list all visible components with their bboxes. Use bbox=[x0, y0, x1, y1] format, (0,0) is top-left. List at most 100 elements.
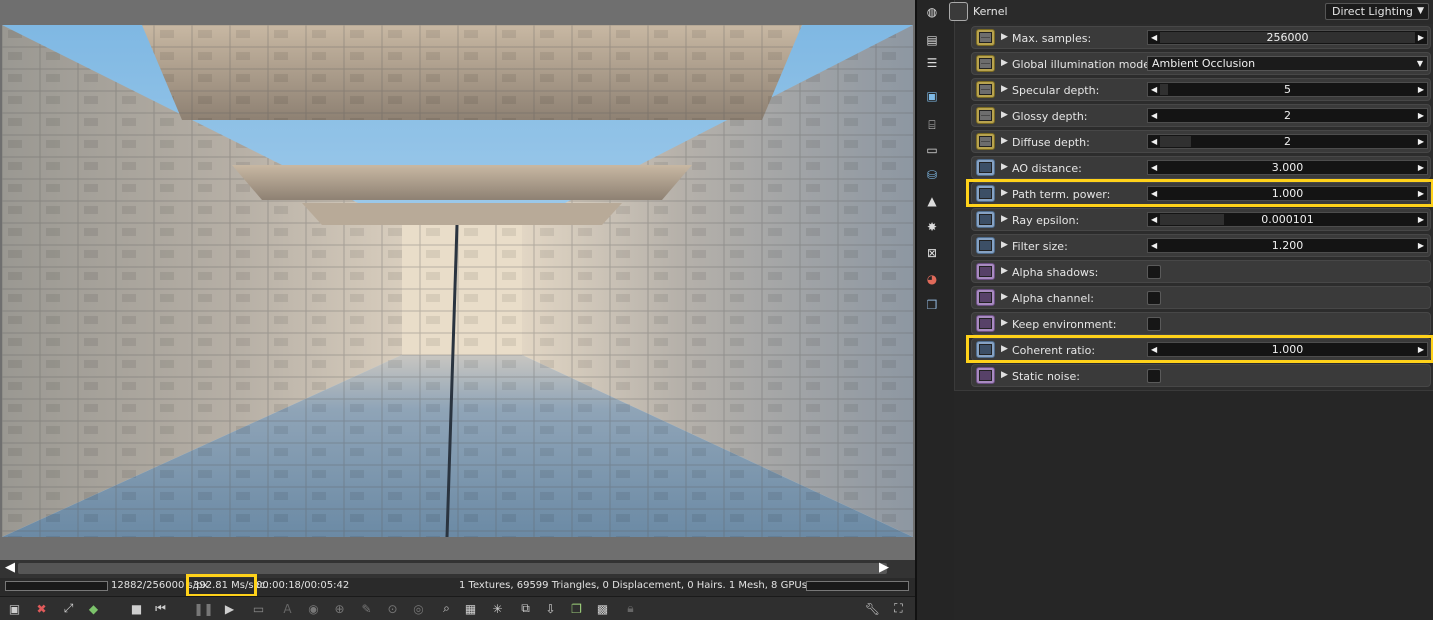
expand-arrow-icon[interactable]: ▶ bbox=[1001, 318, 1008, 328]
render-target-icon[interactable]: ◍ bbox=[922, 3, 942, 21]
layers-icon[interactable]: ▤ bbox=[922, 31, 942, 49]
bool-type-icon[interactable] bbox=[976, 289, 995, 306]
max-samples-slider[interactable]: 256000 ◀ ▶ bbox=[1147, 30, 1428, 45]
filter-size-slider[interactable]: 1.200 ◀ ▶ bbox=[1147, 238, 1428, 253]
camera-icon[interactable]: ⌸ bbox=[922, 116, 942, 134]
horizontal-scrollbar[interactable]: ◀ ▶ bbox=[0, 560, 915, 578]
expand-arrow-icon[interactable]: ▶ bbox=[1001, 266, 1008, 276]
param-row-alpha-channel[interactable]: ▶ Alpha channel: bbox=[971, 286, 1431, 309]
decrement-arrow-icon[interactable]: ◀ bbox=[1151, 83, 1157, 96]
clear-render-icon[interactable]: ✖ bbox=[33, 600, 50, 617]
increment-arrow-icon[interactable]: ▶ bbox=[1418, 135, 1424, 148]
param-row-keep-environment[interactable]: ▶ Keep environment: bbox=[971, 312, 1431, 335]
pause-icon[interactable]: ❚❚ bbox=[193, 600, 213, 617]
increment-arrow-icon[interactable]: ▶ bbox=[1418, 161, 1424, 174]
increment-arrow-icon[interactable]: ▶ bbox=[1418, 213, 1424, 226]
zoom-region-icon[interactable]: ⌕ bbox=[438, 600, 455, 617]
keep-environment-checkbox[interactable] bbox=[1147, 317, 1161, 331]
int-type-icon[interactable] bbox=[976, 29, 995, 46]
color-cube-icon[interactable]: ◆ bbox=[85, 600, 102, 617]
int-type-icon[interactable] bbox=[976, 107, 995, 124]
increment-arrow-icon[interactable]: ▶ bbox=[1418, 109, 1424, 122]
expand-arrow-icon[interactable]: ▶ bbox=[1001, 110, 1008, 120]
material-icon[interactable]: ◕ bbox=[922, 270, 942, 288]
ray-epsilon-slider[interactable]: 0.000101 ◀ ▶ bbox=[1147, 212, 1428, 227]
settings-wrench-icon[interactable]: 🔧︎ bbox=[864, 600, 881, 617]
white-balance-icon[interactable]: ◎ bbox=[410, 600, 427, 617]
import-icon[interactable]: ⇩ bbox=[542, 600, 559, 617]
monitor-icon[interactable]: ▭ bbox=[250, 600, 267, 617]
int-type-icon[interactable] bbox=[976, 81, 995, 98]
expand-arrow-icon[interactable]: ▶ bbox=[1001, 162, 1008, 172]
expand-arrow-icon[interactable]: ▶ bbox=[1001, 58, 1008, 68]
param-row-alpha-shadows[interactable]: ▶ Alpha shadows: bbox=[971, 260, 1431, 283]
checker-icon[interactable]: ▩ bbox=[594, 600, 611, 617]
viewport-icon[interactable]: ▣ bbox=[6, 600, 23, 617]
database-icon[interactable]: ⛁ bbox=[922, 166, 942, 184]
param-row-ao-distance[interactable]: ▶ AO distance: 3.000 ◀ ▶ bbox=[971, 156, 1431, 179]
kernel-type-dropdown[interactable]: Direct Lighting ▼ bbox=[1325, 3, 1429, 20]
param-row-max-samples[interactable]: ▶ Max. samples: 256000 ◀ ▶ bbox=[971, 26, 1431, 49]
play-icon[interactable]: ▶ bbox=[221, 600, 238, 617]
decrement-arrow-icon[interactable]: ◀ bbox=[1151, 135, 1157, 148]
decrement-arrow-icon[interactable]: ◀ bbox=[1151, 109, 1157, 122]
decrement-arrow-icon[interactable]: ◀ bbox=[1151, 239, 1157, 252]
image-icon[interactable]: ▣ bbox=[922, 87, 942, 105]
expand-arrow-icon[interactable]: ▶ bbox=[1001, 370, 1008, 380]
alpha-shadows-checkbox[interactable] bbox=[1147, 265, 1161, 279]
scroll-left-icon[interactable]: ◀ bbox=[5, 561, 15, 575]
scrollbar-track[interactable] bbox=[18, 563, 887, 574]
region-render-icon[interactable]: ▦ bbox=[462, 600, 479, 617]
param-row-glossy-depth[interactable]: ▶ Glossy depth: 2 ◀ ▶ bbox=[971, 104, 1431, 127]
light-icon[interactable]: ✸ bbox=[922, 218, 942, 236]
expand-arrow-icon[interactable]: ▶ bbox=[1001, 32, 1008, 42]
lock-icon[interactable]: 🔒︎ bbox=[622, 600, 639, 617]
duplicate-icon[interactable]: ❐ bbox=[568, 600, 585, 617]
float-type-icon[interactable] bbox=[976, 211, 995, 228]
expand-arrow-icon[interactable]: ▶ bbox=[1001, 214, 1008, 224]
glossy-depth-slider[interactable]: 2 ◀ ▶ bbox=[1147, 108, 1428, 123]
decrement-arrow-icon[interactable]: ◀ bbox=[1151, 31, 1157, 44]
af-icon[interactable]: A bbox=[279, 600, 296, 617]
decrement-arrow-icon[interactable]: ◀ bbox=[1151, 161, 1157, 174]
float-type-icon[interactable] bbox=[976, 237, 995, 254]
increment-arrow-icon[interactable]: ▶ bbox=[1418, 239, 1424, 252]
bool-type-icon[interactable] bbox=[976, 263, 995, 280]
static-noise-checkbox[interactable] bbox=[1147, 369, 1161, 383]
global-illumination-mode-dropdown[interactable]: Ambient Occlusion ▼ bbox=[1147, 56, 1428, 71]
kernel-side-icon[interactable]: ⊠ bbox=[922, 244, 942, 262]
int-type-icon[interactable] bbox=[976, 55, 995, 72]
focus-picker-icon[interactable]: ⊙ bbox=[384, 600, 401, 617]
param-row-static-noise[interactable]: ▶ Static noise: bbox=[971, 364, 1431, 387]
restart-icon[interactable]: ⏮ bbox=[152, 600, 169, 617]
material-picker-icon[interactable]: ✎ bbox=[358, 600, 375, 617]
expand-arrow-icon[interactable]: ▶ bbox=[1001, 292, 1008, 302]
display-icon[interactable]: ▭ bbox=[922, 141, 942, 159]
lock-viewport-icon[interactable]: ✳ bbox=[489, 600, 506, 617]
ao-distance-slider[interactable]: 3.000 ◀ ▶ bbox=[1147, 160, 1428, 175]
diffuse-depth-slider[interactable]: 2 ◀ ▶ bbox=[1147, 134, 1428, 149]
param-row-specular-depth[interactable]: ▶ Specular depth: 5 ◀ ▶ bbox=[971, 78, 1431, 101]
specular-depth-slider[interactable]: 5 ◀ ▶ bbox=[1147, 82, 1428, 97]
param-row-ray-epsilon[interactable]: ▶ Ray epsilon: 0.000101 ◀ ▶ bbox=[971, 208, 1431, 231]
param-row-filter-size[interactable]: ▶ Filter size: 1.200 ◀ ▶ bbox=[971, 234, 1431, 257]
object-picker-icon[interactable]: ⊕ bbox=[331, 600, 348, 617]
expand-arrow-icon[interactable]: ▶ bbox=[1001, 240, 1008, 250]
float-type-icon[interactable] bbox=[976, 159, 995, 176]
alpha-channel-checkbox[interactable] bbox=[1147, 291, 1161, 305]
increment-arrow-icon[interactable]: ▶ bbox=[1418, 31, 1424, 44]
color-picker-icon[interactable]: ◉ bbox=[305, 600, 322, 617]
decrement-arrow-icon[interactable]: ◀ bbox=[1151, 213, 1157, 226]
expand-arrow-icon[interactable]: ▶ bbox=[1001, 84, 1008, 94]
stop-icon[interactable]: ■ bbox=[128, 600, 145, 617]
param-row-global-illumination-mode[interactable]: ▶ Global illumination mode: Ambient Occlus… bbox=[971, 52, 1431, 75]
param-row-diffuse-depth[interactable]: ▶ Diffuse depth: 2 ◀ ▶ bbox=[971, 130, 1431, 153]
expand-arrow-icon[interactable]: ▶ bbox=[1001, 136, 1008, 146]
fit-view-icon[interactable]: ⤢ bbox=[60, 600, 77, 617]
copy-icon[interactable]: ⧉ bbox=[517, 600, 534, 617]
bool-type-icon[interactable] bbox=[976, 315, 995, 332]
environment-icon[interactable]: ▲ bbox=[922, 192, 942, 210]
list-icon[interactable]: ☰ bbox=[922, 54, 942, 72]
fullscreen-icon[interactable]: ⛶ bbox=[890, 600, 907, 617]
scroll-right-icon[interactable]: ▶ bbox=[879, 561, 889, 575]
